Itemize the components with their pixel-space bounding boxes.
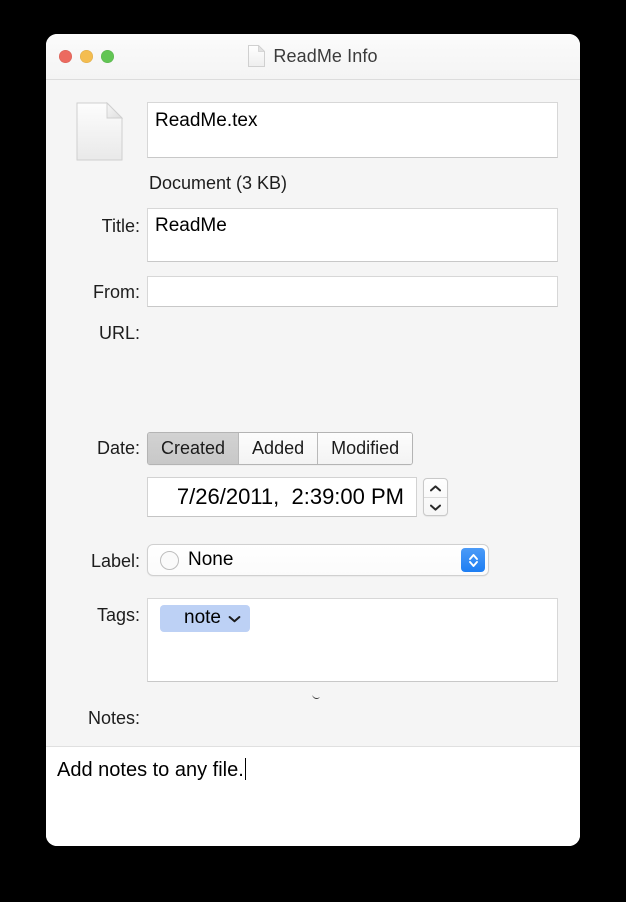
url-label: URL: (98, 323, 140, 343)
title-field[interactable]: ReadMe (147, 208, 558, 262)
date-value-field[interactable]: 7/26/2011, 2:39:00 PM (147, 477, 417, 517)
date-value-group: 7/26/2011, 2:39:00 PM (147, 477, 448, 517)
label-label: Label: (90, 551, 140, 571)
tags-field[interactable]: note (147, 598, 558, 682)
info-window: ReadMe Info ReadMe.tex Document (3 KB) T… (46, 34, 580, 846)
date-label: Date: (96, 438, 140, 458)
label-selected-value: None (188, 549, 234, 570)
info-content: ReadMe.tex Document (3 KB) Title: ReadMe… (46, 80, 580, 846)
title-label: Title: (101, 216, 140, 236)
file-name-field[interactable]: ReadMe.tex (147, 102, 558, 158)
notes-value: Add notes to any file. (57, 759, 244, 781)
file-header: ReadMe.tex (46, 102, 580, 164)
chevron-down-icon[interactable] (228, 607, 241, 629)
notes-label: Notes: (87, 708, 140, 728)
file-kind-and-size: Document (3 KB) (149, 173, 288, 193)
close-button[interactable] (59, 50, 72, 63)
from-label: From: (93, 282, 140, 302)
chevron-up-icon (430, 479, 441, 497)
date-segment-modified[interactable]: Modified (318, 433, 413, 464)
zoom-button[interactable] (101, 50, 114, 63)
chevron-up-down-icon[interactable] (461, 548, 485, 572)
traffic-light-group (59, 50, 114, 63)
chevron-down-icon (430, 498, 441, 516)
date-segmented-control[interactable]: Created Added Modified (147, 432, 414, 465)
document-icon (76, 102, 123, 161)
label-popup-button[interactable]: None (147, 544, 489, 576)
minimize-button[interactable] (80, 50, 93, 63)
date-segment-added[interactable]: Added (239, 433, 319, 464)
date-stepper[interactable] (423, 478, 448, 516)
tag-token-label: note (184, 607, 221, 628)
window-title-group: ReadMe Info (46, 45, 580, 67)
from-field[interactable] (147, 276, 558, 307)
stepper-up-button[interactable] (424, 479, 447, 498)
stepper-down-button[interactable] (424, 498, 447, 516)
empty-circle-icon (160, 550, 179, 570)
date-value: 7/26/2011, 2:39:00 PM (176, 484, 404, 509)
window-title: ReadMe Info (273, 45, 378, 66)
date-segment-created[interactable]: Created (148, 433, 240, 464)
tag-token[interactable]: note (160, 605, 250, 632)
tags-label: Tags: (96, 605, 140, 625)
text-caret (244, 758, 247, 780)
title-value: ReadMe (155, 215, 227, 236)
mouse-cursor-icon (310, 692, 323, 705)
file-name-value: ReadMe.tex (155, 110, 258, 131)
notes-textarea[interactable]: Add notes to any file. (46, 746, 580, 846)
window-titlebar: ReadMe Info (46, 34, 580, 80)
document-icon (248, 45, 266, 67)
